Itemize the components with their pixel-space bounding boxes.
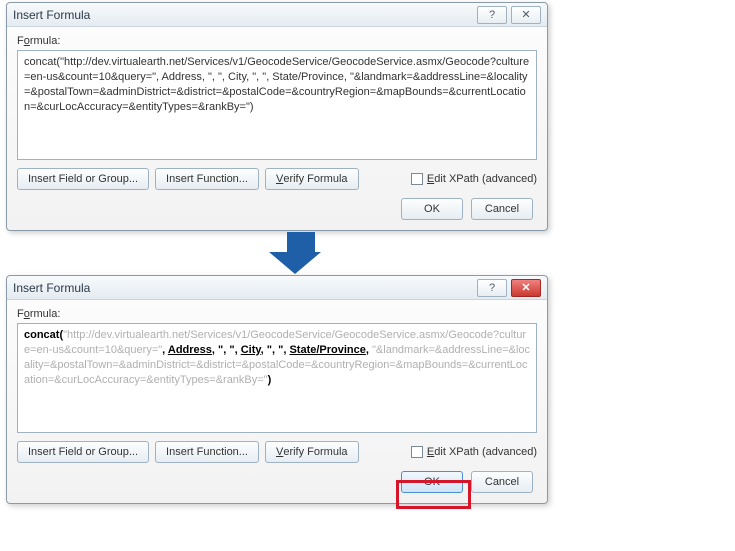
titlebar: Insert Formula ? ✕	[7, 276, 547, 300]
formula-textarea[interactable]: concat("http://dev.virtualearth.net/Serv…	[17, 50, 537, 160]
formula-token-address: Address	[168, 344, 212, 356]
verify-formula-button[interactable]: Verify Formula	[265, 441, 359, 463]
verify-formula-button[interactable]: Verify Formula	[265, 168, 359, 190]
help-icon[interactable]: ?	[477, 6, 507, 24]
formula-token-q1: ", "	[218, 344, 235, 356]
checkbox-box-icon	[411, 446, 423, 458]
window-buttons: ? ✕	[477, 279, 541, 297]
edit-xpath-label: Edit XPath (advanced)	[427, 446, 537, 458]
cancel-button[interactable]: Cancel	[471, 471, 533, 493]
dialog-title: Insert Formula	[13, 8, 477, 22]
formula-label: Formula:	[17, 35, 537, 47]
dialog-title: Insert Formula	[13, 281, 477, 295]
help-icon[interactable]: ?	[477, 279, 507, 297]
edit-xpath-label: Edit XPath (advanced)	[427, 173, 537, 185]
ok-button[interactable]: OK	[401, 471, 463, 493]
edit-xpath-checkbox[interactable]: Edit XPath (advanced)	[411, 446, 537, 458]
insert-function-button[interactable]: Insert Function...	[155, 168, 259, 190]
formula-token-state: State/Province	[289, 344, 365, 356]
edit-xpath-checkbox[interactable]: Edit XPath (advanced)	[411, 173, 537, 185]
insert-function-button[interactable]: Insert Function...	[155, 441, 259, 463]
insert-field-group-button[interactable]: Insert Field or Group...	[17, 168, 149, 190]
insert-field-group-button[interactable]: Insert Field or Group...	[17, 441, 149, 463]
formula-token-city: City	[241, 344, 261, 356]
formula-token-close: )	[268, 374, 272, 386]
close-icon[interactable]: ✕	[511, 279, 541, 297]
ok-button[interactable]: OK	[401, 198, 463, 220]
formula-label: Formula:	[17, 308, 537, 320]
window-buttons: ? ✕	[477, 6, 541, 24]
cancel-button[interactable]: Cancel	[471, 198, 533, 220]
arrow-down-icon	[281, 232, 321, 274]
formula-textarea[interactable]: concat("http://dev.virtualearth.net/Serv…	[17, 323, 537, 433]
insert-formula-dialog-after: Insert Formula ? ✕ Formula: concat("http…	[6, 275, 548, 504]
formula-token-q2: ", "	[267, 344, 284, 356]
checkbox-box-icon	[411, 173, 423, 185]
formula-token-concat: concat(	[24, 329, 63, 341]
insert-formula-dialog-before: Insert Formula ? ✕ Formula: concat("http…	[6, 2, 548, 231]
titlebar: Insert Formula ? ✕	[7, 3, 547, 27]
close-icon[interactable]: ✕	[511, 6, 541, 24]
